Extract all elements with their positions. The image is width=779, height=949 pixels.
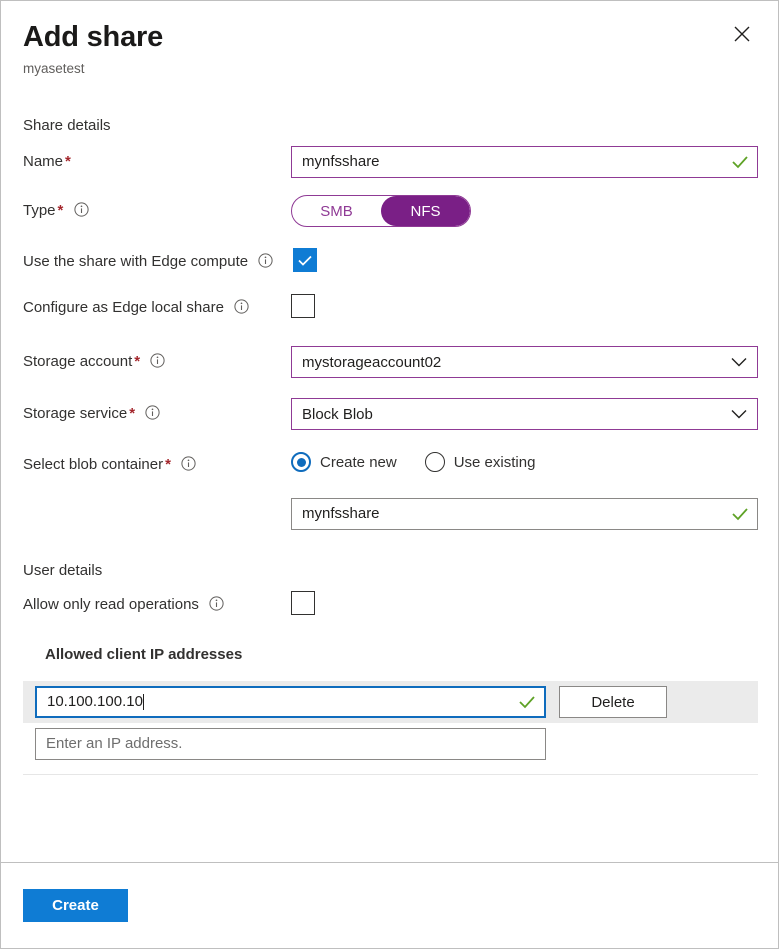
- label-storage-account: Storage account*: [23, 346, 291, 372]
- section-share-details: Share details: [23, 116, 756, 136]
- field-row-read-only: Allow only read operations: [23, 589, 756, 621]
- share-type-toggle[interactable]: SMB NFS: [291, 195, 471, 227]
- storage-account-dropdown[interactable]: mystorageaccount02: [291, 346, 758, 378]
- radio-create-new-label: Create new: [320, 454, 397, 471]
- chevron-down-icon: [731, 357, 747, 367]
- info-icon[interactable]: [181, 456, 196, 471]
- chevron-down-icon: [731, 409, 747, 419]
- close-icon: [732, 24, 752, 44]
- blob-container-name-input[interactable]: mynfsshare: [291, 498, 758, 530]
- allowed-ip-list: 10.100.100.10 Delete Enter an IP address…: [23, 681, 756, 775]
- label-read-only-text: Allow only read operations: [23, 596, 199, 613]
- label-edge-local-text: Configure as Edge local share: [23, 299, 224, 316]
- panel-subtitle: myasetest: [23, 60, 756, 78]
- ip-address-value: 10.100.100.10: [37, 693, 143, 711]
- panel-body: Share details Name* mynfsshare Type*: [1, 78, 778, 862]
- info-icon[interactable]: [209, 596, 224, 611]
- label-name: Name*: [23, 146, 291, 172]
- radio-use-existing-label: Use existing: [454, 454, 536, 471]
- field-row-edge-local: Configure as Edge local share: [23, 292, 756, 324]
- radio-use-existing[interactable]: Use existing: [425, 452, 536, 472]
- storage-service-dropdown[interactable]: Block Blob: [291, 398, 758, 430]
- page-title: Add share: [23, 19, 756, 55]
- type-option-smb[interactable]: SMB: [292, 196, 381, 226]
- field-row-storage-account: Storage account* mystorageaccount02: [23, 346, 756, 378]
- edge-local-checkbox[interactable]: [291, 294, 315, 318]
- checkmark-icon: [519, 695, 535, 709]
- allowed-ip-heading: Allowed client IP addresses: [45, 645, 756, 665]
- radio-create-new-button[interactable]: [291, 452, 311, 472]
- close-button[interactable]: [726, 18, 758, 50]
- allowed-ip-section: Allowed client IP addresses 10.100.100.1…: [23, 645, 756, 775]
- ip-row: Enter an IP address.: [23, 723, 758, 765]
- field-row-blob-container: Select blob container* Create new Use ex…: [23, 449, 756, 530]
- delete-ip-button[interactable]: Delete: [559, 686, 667, 718]
- label-storage-service: Storage service*: [23, 398, 291, 424]
- label-storage-service-text: Storage service: [23, 405, 127, 422]
- panel-header: Add share myasetest: [1, 1, 778, 78]
- label-type-text: Type: [23, 202, 56, 219]
- info-icon[interactable]: [234, 299, 249, 314]
- storage-account-value: mystorageaccount02: [292, 354, 441, 371]
- checkmark-icon: [732, 155, 748, 169]
- label-edge-compute: Use the share with Edge compute: [23, 246, 293, 272]
- info-icon[interactable]: [150, 353, 165, 368]
- label-type: Type*: [23, 195, 291, 221]
- field-row-storage-service: Storage service* Block Blob: [23, 398, 756, 430]
- label-read-only: Allow only read operations: [23, 589, 291, 615]
- blob-container-radio-group: Create new Use existing: [291, 449, 758, 472]
- add-share-panel: Add share myasetest Share details Name* …: [0, 0, 779, 949]
- blob-container-name-value: mynfsshare: [292, 505, 380, 523]
- info-icon[interactable]: [74, 202, 89, 217]
- info-icon[interactable]: [145, 405, 160, 420]
- label-name-text: Name: [23, 153, 63, 170]
- required-marker: *: [134, 353, 140, 370]
- info-icon[interactable]: [258, 253, 273, 268]
- text-caret: [143, 694, 144, 710]
- edge-compute-checkbox[interactable]: [293, 248, 317, 272]
- radio-use-existing-button[interactable]: [425, 452, 445, 472]
- type-option-nfs[interactable]: NFS: [381, 196, 470, 226]
- field-row-edge-compute: Use the share with Edge compute: [23, 246, 756, 278]
- checkmark-icon: [732, 507, 748, 521]
- required-marker: *: [129, 405, 135, 422]
- label-storage-account-text: Storage account: [23, 353, 132, 370]
- ip-address-input[interactable]: 10.100.100.10: [35, 686, 546, 718]
- share-name-input[interactable]: mynfsshare: [291, 146, 758, 178]
- read-only-checkbox[interactable]: [291, 591, 315, 615]
- label-edge-compute-text: Use the share with Edge compute: [23, 253, 248, 270]
- new-ip-address-placeholder: Enter an IP address.: [36, 735, 182, 753]
- create-button[interactable]: Create: [23, 889, 128, 922]
- checkmark-icon: [297, 254, 313, 267]
- ip-list-divider: [23, 774, 758, 775]
- new-ip-address-input[interactable]: Enter an IP address.: [35, 728, 546, 760]
- label-blob-container: Select blob container*: [23, 449, 291, 475]
- required-marker: *: [65, 153, 71, 170]
- share-name-value: mynfsshare: [292, 153, 380, 171]
- panel-footer: Create: [1, 862, 778, 948]
- radio-create-new[interactable]: Create new: [291, 452, 397, 472]
- required-marker: *: [58, 202, 64, 219]
- storage-service-value: Block Blob: [292, 406, 373, 423]
- label-blob-container-text: Select blob container: [23, 456, 163, 473]
- label-edge-local: Configure as Edge local share: [23, 292, 291, 318]
- section-user-details: User details: [23, 561, 756, 581]
- field-row-type: Type* SMB NFS: [23, 195, 756, 227]
- required-marker: *: [165, 456, 171, 473]
- ip-row: 10.100.100.10 Delete: [23, 681, 758, 723]
- field-row-name: Name* mynfsshare: [23, 146, 756, 178]
